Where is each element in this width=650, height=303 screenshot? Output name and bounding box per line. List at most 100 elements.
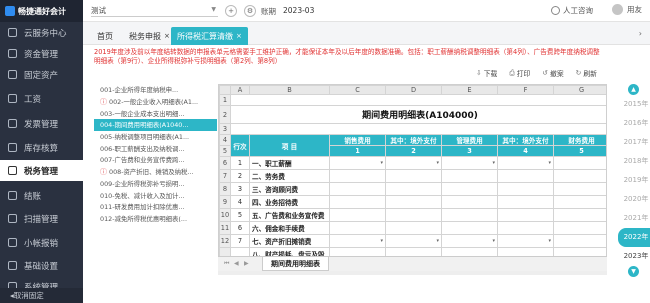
year-item[interactable]: 2015年 (618, 95, 650, 114)
sidebar-item-tax[interactable]: 税务管理 (0, 160, 83, 181)
input-cell[interactable]: ▾ (329, 234, 386, 248)
input-cell[interactable] (441, 208, 498, 222)
input-cell[interactable] (441, 195, 498, 209)
input-cell[interactable]: ▾ (385, 156, 442, 170)
input-cell[interactable] (385, 182, 442, 196)
form-item[interactable]: 003-一般企业成本支出明细... (94, 107, 217, 119)
input-cell[interactable] (385, 208, 442, 222)
input-cell[interactable] (385, 195, 442, 209)
input-cell[interactable] (497, 208, 554, 222)
input-cell[interactable]: ▾ (497, 234, 554, 248)
year-item[interactable]: 2019年 (618, 171, 650, 190)
input-cell[interactable] (329, 169, 386, 183)
year-item[interactable]: 2018年 (618, 152, 650, 171)
form-item-active[interactable]: 004-期间费用明细表(A1040... (94, 119, 217, 131)
year-item-active[interactable]: 2022年 (618, 228, 650, 247)
form-item[interactable]: 007-广告费和业务宣传费跨... (94, 154, 217, 166)
input-cell[interactable] (329, 182, 386, 196)
tab-income-tax[interactable]: 所得税汇算清缴 × (171, 27, 248, 45)
form-item[interactable]: 009-企业所得税弥补亏损明... (94, 178, 217, 190)
year-item[interactable]: 2023年 (618, 247, 650, 266)
input-cell[interactable]: ▾ (329, 156, 386, 170)
input-cell[interactable] (441, 221, 498, 235)
year-item[interactable]: 2021年 (618, 209, 650, 228)
form-item[interactable]: 012-减免所得税优惠明细表(... (94, 213, 217, 225)
sheet-tab[interactable]: 期间费用明细表 (262, 257, 329, 271)
close-icon[interactable]: × (236, 32, 242, 40)
input-cell[interactable] (553, 182, 606, 196)
form-item[interactable]: 010-免税、减计收入及加计... (94, 189, 217, 201)
save-button[interactable]: ↺ 撤案 (542, 68, 563, 78)
input-cell[interactable]: ▾ (441, 156, 498, 170)
form-item[interactable]: 001-企业所得年度纳税申... (94, 84, 217, 96)
form-item[interactable]: ⓘ 002-一般企业收入明细表(A1... (94, 96, 217, 108)
input-cell[interactable] (553, 221, 606, 235)
scan-icon (8, 214, 17, 223)
input-cell[interactable] (553, 169, 606, 183)
period-value[interactable]: 2023-03 (283, 6, 314, 15)
input-cell[interactable]: ▾ (441, 234, 498, 248)
input-cell[interactable] (329, 221, 386, 235)
form-item[interactable]: 011-研发费用加计扣除优惠... (94, 201, 217, 213)
sidebar-item-scan[interactable]: 扫描管理 (0, 208, 83, 229)
prev-sheet-icon[interactable]: ◀ (234, 260, 239, 267)
tab-more-button[interactable]: › (639, 29, 642, 38)
input-cell[interactable] (329, 195, 386, 209)
input-cell[interactable] (553, 195, 606, 209)
user-menu[interactable]: 用友 (612, 4, 642, 15)
year-item[interactable]: 2020年 (618, 190, 650, 209)
chevron-down-icon[interactable]: ▼ (628, 266, 639, 277)
form-item[interactable]: ⓘ 008-资产折旧、摊销及纳税... (94, 166, 217, 178)
input-cell[interactable] (553, 208, 606, 222)
building-icon (8, 70, 17, 79)
print-button[interactable]: ⎙ 打印 (509, 68, 530, 79)
org-selector[interactable]: 测试 ▼ (91, 5, 218, 17)
input-cell[interactable] (553, 234, 606, 248)
chevron-up-icon[interactable]: ▲ (628, 84, 639, 95)
year-item[interactable]: 2017年 (618, 133, 650, 152)
input-cell[interactable] (497, 182, 554, 196)
sidebar-item-closing[interactable]: 结账 (0, 185, 83, 206)
sidebar-item-label: 云服务中心 (24, 28, 67, 39)
input-cell[interactable] (441, 169, 498, 183)
input-cell[interactable]: ▾ (385, 234, 442, 248)
year-item[interactable]: 2016年 (618, 114, 650, 133)
settings-gear-button[interactable]: ⚙ (244, 5, 256, 17)
app-logo[interactable]: 畅捷通好会计 (0, 0, 83, 22)
horizontal-scrollbar[interactable] (218, 271, 607, 275)
sidebar-item-inventory[interactable]: 库存核算 (0, 137, 83, 158)
input-cell[interactable] (553, 156, 606, 170)
sidebar-item-settings[interactable]: 基础设置 (0, 255, 83, 276)
row-index: 4 (230, 195, 250, 209)
refresh-button[interactable]: ↻ 刷新 (576, 68, 597, 78)
period-label: 账期 (261, 7, 276, 16)
prev-period-button[interactable]: + (225, 5, 237, 17)
unpin-sidebar-button[interactable]: ◂ 取消固定 (0, 288, 83, 303)
form-item-label: 011-研发费用加计扣除优惠... (100, 203, 185, 212)
sidebar-item-invoices[interactable]: 发票管理 (0, 113, 83, 134)
form-item[interactable]: 005-纳税调整项目明细表(A1... (94, 131, 217, 143)
input-cell[interactable] (497, 169, 554, 183)
input-cell[interactable] (497, 221, 554, 235)
close-icon[interactable]: × (164, 32, 170, 40)
sidebar-item-cloud[interactable]: 云服务中心 (0, 22, 83, 43)
sidebar-item-payroll[interactable]: 工资 (0, 88, 83, 109)
help-button[interactable]: 人工咨询 (551, 5, 593, 16)
sidebar-item-expense[interactable]: 小帐报销 (0, 232, 83, 253)
input-cell[interactable] (497, 195, 554, 209)
form-item[interactable]: 006-职工薪酬支出及纳税调... (94, 142, 217, 154)
input-cell[interactable] (385, 169, 442, 183)
input-cell[interactable] (385, 221, 442, 235)
sidebar-item-funds[interactable]: 资金管理 (0, 43, 83, 64)
form-item-label: 007-广告费和业务宣传费跨... (100, 156, 185, 165)
tab-home[interactable]: 首页 (91, 27, 119, 45)
next-sheet-icon[interactable]: ▶ (244, 260, 249, 267)
input-cell[interactable]: ▾ (497, 156, 554, 170)
download-button[interactable]: ⇩ 下载 (476, 68, 497, 78)
input-cell[interactable] (329, 208, 386, 222)
sidebar-item-assets[interactable]: 固定资产 (0, 64, 83, 85)
input-cell[interactable] (441, 182, 498, 196)
tab-tax-filing[interactable]: 税务申报 × (123, 27, 176, 45)
table-row: 6 1 一、职工薪酬 ▾ ▾ ▾ ▾ (219, 156, 606, 170)
first-sheet-icon[interactable]: ⏮ (224, 260, 229, 268)
